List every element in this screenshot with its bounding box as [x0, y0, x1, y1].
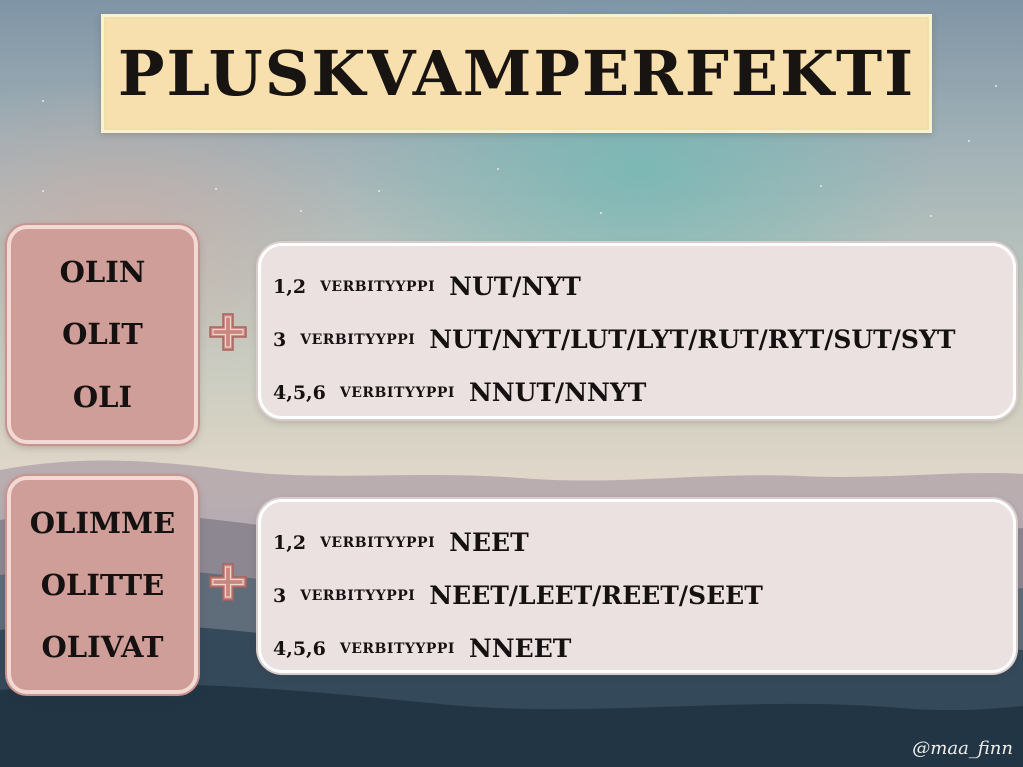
verb-type-numbers: 4,5,6	[273, 381, 326, 404]
verb-type-numbers: 3	[273, 328, 287, 351]
pronoun: OLIT	[62, 317, 143, 352]
ending: NUT/NYT/LUT/LYT/RUT/RYT/SUT/SYT	[429, 325, 956, 354]
ending: NNEET	[468, 634, 572, 663]
verb-type-label: VERBITYYPPI	[320, 534, 436, 551]
rule-row: 4,5,6 VERBITYYPPI NNEET	[273, 622, 1013, 675]
page-title: PLUSKVAMPERFEKTI	[117, 37, 916, 110]
verb-type-numbers: 1,2	[273, 531, 307, 554]
singular-pronoun-box: OLIN OLIT OLI	[7, 225, 198, 444]
pronoun: OLI	[72, 379, 133, 414]
ending: NUT/NYT	[449, 272, 581, 301]
pronoun: OLIN	[59, 255, 146, 290]
verb-type-numbers: 3	[273, 584, 287, 607]
pronoun: OLIVAT	[41, 630, 164, 664]
ending: NEET	[449, 528, 529, 557]
pronoun: OLITTE	[40, 568, 165, 602]
rule-row: 1,2 VERBITYYPPI NUT/NYT	[273, 260, 1013, 313]
pronoun: OLIMME	[29, 506, 176, 540]
verb-type-numbers: 1,2	[273, 275, 307, 298]
plus-icon	[209, 563, 247, 601]
plus-icon	[209, 313, 247, 351]
singular-rules-box: 1,2 VERBITYYPPI NUT/NYT 3 VERBITYYPPI NU…	[258, 243, 1016, 419]
rule-row: 3 VERBITYYPPI NEET/LEET/REET/SEET	[273, 569, 1013, 622]
verb-type-label: VERBITYYPPI	[300, 587, 416, 604]
verb-type-numbers: 4,5,6	[273, 637, 326, 660]
rule-row: 1,2 VERBITYYPPI NEET	[273, 516, 1013, 569]
author-credit: @maa_finn	[912, 738, 1013, 759]
rule-row: 3 VERBITYYPPI NUT/NYT/LUT/LYT/RUT/RYT/SU…	[273, 313, 1013, 366]
rule-row: 4,5,6 VERBITYYPPI NNUT/NNYT	[273, 366, 1013, 419]
verb-type-label: VERBITYYPPI	[300, 331, 416, 348]
verb-type-label: VERBITYYPPI	[320, 278, 436, 295]
title-banner: PLUSKVAMPERFEKTI	[101, 14, 932, 133]
verb-type-label: VERBITYYPPI	[339, 384, 455, 401]
ending: NNUT/NNYT	[468, 378, 647, 407]
verb-type-label: VERBITYYPPI	[339, 640, 455, 657]
plural-rules-box: 1,2 VERBITYYPPI NEET 3 VERBITYYPPI NEET/…	[258, 499, 1016, 673]
ending: NEET/LEET/REET/SEET	[429, 581, 763, 610]
plural-pronoun-box: OLIMME OLITTE OLIVAT	[7, 476, 198, 694]
